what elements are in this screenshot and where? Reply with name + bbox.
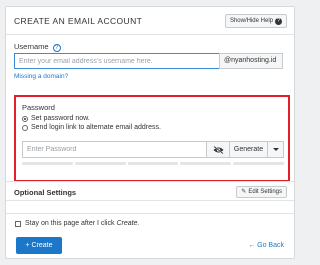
page-title: CREATE AN EMAIL ACCOUNT (14, 16, 143, 26)
edit-settings-label: Edit Settings (248, 189, 282, 195)
eye-slash-icon (213, 145, 223, 154)
optional-settings-title: Optional Settings (14, 188, 77, 197)
optional-settings-header: Optional Settings ✎ Edit Settings (6, 181, 294, 201)
checkbox-icon[interactable] (15, 220, 21, 227)
strength-segment (233, 162, 284, 165)
strength-segment (74, 162, 126, 165)
generate-options-dropdown[interactable] (267, 142, 283, 157)
username-label: Username (14, 42, 49, 51)
password-input[interactable] (23, 142, 206, 157)
strength-segment (180, 162, 232, 165)
panel-header: CREATE AN EMAIL ACCOUNT Show/Hide Help ? (6, 7, 294, 35)
send-login-link-option[interactable]: Send login link to alternate email addre… (22, 124, 161, 131)
domain-addon: @nyanhosting.id (219, 53, 283, 69)
stay-label-text: Stay on this page after I click (25, 220, 117, 227)
toggle-password-visibility-button[interactable] (206, 142, 229, 157)
stay-on-page-label: Stay on this page after I click Create. (25, 220, 139, 227)
create-button[interactable]: + Create (16, 237, 62, 254)
edit-settings-button[interactable]: ✎ Edit Settings (236, 186, 287, 198)
password-section: Password Set password now. Send login li… (14, 95, 290, 182)
username-label-row: Username ? (14, 42, 61, 52)
radio-unselected-icon (22, 124, 28, 131)
create-email-panel: CREATE AN EMAIL ACCOUNT Show/Hide Help ?… (5, 6, 295, 259)
radio-selected-icon (22, 115, 28, 122)
missing-domain-link[interactable]: Missing a domain? (14, 73, 68, 80)
strength-segment (127, 162, 179, 165)
pencil-icon: ✎ (241, 189, 247, 195)
set-password-now-label: Set password now. (31, 115, 90, 122)
strength-segment (22, 162, 73, 165)
password-label: Password (22, 103, 55, 112)
password-strength-meter (22, 162, 284, 165)
help-button-label: Show/Hide Help (229, 18, 273, 24)
generate-password-button[interactable]: Generate (229, 142, 267, 157)
stay-on-page-option[interactable]: Stay on this page after I click Create. (15, 220, 139, 227)
go-back-link[interactable]: ← Go Back (248, 242, 284, 249)
question-circle-icon: ? (275, 17, 282, 25)
username-help-icon[interactable]: ? (52, 44, 61, 52)
caret-down-icon (272, 148, 279, 151)
stay-label-emphasis: Create. (116, 220, 140, 227)
username-input-group: @nyanhosting.id (14, 53, 283, 69)
send-login-link-label: Send login link to alternate email addre… (31, 124, 161, 131)
username-input[interactable] (14, 53, 219, 69)
set-password-now-option[interactable]: Set password now. (22, 115, 90, 122)
divider (6, 213, 294, 214)
password-input-group: Generate (22, 141, 284, 158)
show-hide-help-button[interactable]: Show/Hide Help ? (224, 14, 287, 28)
